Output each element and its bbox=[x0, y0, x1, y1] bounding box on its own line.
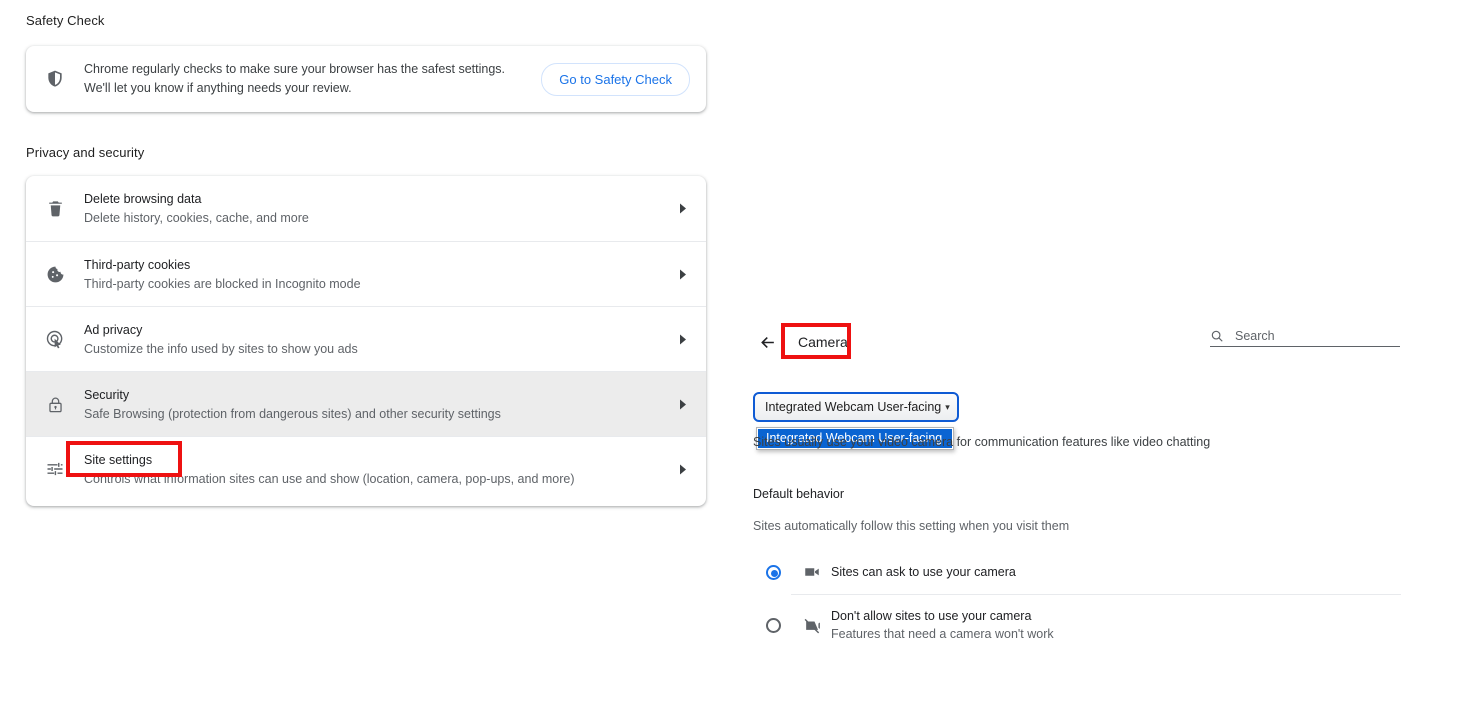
camera-icon bbox=[793, 563, 831, 581]
chevron-right-icon bbox=[660, 268, 706, 281]
privacy-and-security-section-title: Privacy and security bbox=[26, 145, 145, 160]
chevron-right-icon bbox=[660, 333, 706, 346]
row-title: Security bbox=[84, 387, 130, 402]
safety-check-description: Chrome regularly checks to make sure you… bbox=[84, 60, 541, 98]
sidebar-item-delete-browsing-data[interactable]: Delete browsing data Delete history, coo… bbox=[26, 176, 706, 241]
row-subtitle: Customize the info used by sites to show… bbox=[84, 341, 358, 356]
sidebar-item-ad-privacy[interactable]: Ad privacy Customize the info used by si… bbox=[26, 306, 706, 371]
trash-icon bbox=[26, 199, 84, 218]
row-title: Ad privacy bbox=[84, 322, 143, 337]
ad-privacy-icon bbox=[26, 329, 84, 349]
radio-label: Sites can ask to use your camera bbox=[831, 565, 1016, 579]
default-behavior-subtitle: Sites automatically follow this setting … bbox=[753, 519, 1070, 533]
safety-check-description-line2: We'll let you know if anything needs you… bbox=[84, 81, 352, 95]
chevron-down-icon: ▾ bbox=[945, 401, 950, 412]
chevron-right-icon bbox=[660, 463, 706, 476]
privacy-and-security-card: Delete browsing data Delete history, coo… bbox=[26, 176, 706, 506]
radio-sublabel: Features that need a camera won't work bbox=[831, 627, 1054, 641]
search-input[interactable] bbox=[1233, 328, 1400, 344]
sidebar-item-site-settings[interactable]: Site settings Controls what information … bbox=[26, 436, 706, 501]
divider bbox=[791, 594, 1401, 595]
default-behavior-title: Default behavior bbox=[753, 487, 845, 501]
camera-device-select[interactable]: Integrated Webcam User-facing ▾ Integrat… bbox=[753, 392, 959, 450]
sidebar-item-security[interactable]: Security Safe Browsing (protection from … bbox=[26, 371, 706, 436]
row-subtitle: Delete history, cookies, cache, and more bbox=[84, 211, 309, 225]
radio-label: Don't allow sites to use your camera bbox=[831, 609, 1032, 623]
lock-icon bbox=[26, 395, 84, 414]
sidebar-item-third-party-cookies[interactable]: Third-party cookies Third-party cookies … bbox=[26, 241, 706, 306]
page-title: Camera bbox=[798, 334, 848, 350]
camera-off-icon bbox=[793, 616, 831, 635]
row-subtitle: Safe Browsing (protection from dangerous… bbox=[84, 406, 501, 421]
back-arrow-icon[interactable] bbox=[750, 325, 784, 359]
cookie-icon bbox=[26, 265, 84, 284]
row-subtitle: Third-party cookies are blocked in Incog… bbox=[84, 276, 361, 291]
camera-description: Sites usually use your video camera for … bbox=[753, 435, 1211, 449]
camera-device-select-value: Integrated Webcam User-facing bbox=[765, 400, 942, 414]
radio-button-block-camera[interactable] bbox=[753, 617, 793, 633]
privacy-settings-panel: Safety Check Chrome regularly checks to … bbox=[0, 0, 730, 704]
search-icon bbox=[1210, 329, 1224, 343]
radio-button-allow-camera[interactable] bbox=[753, 564, 793, 580]
row-title: Delete browsing data bbox=[84, 192, 202, 206]
safety-check-section-title: Safety Check bbox=[26, 13, 105, 28]
row-title: Third-party cookies bbox=[84, 257, 191, 272]
radio-option-allow-camera[interactable]: Sites can ask to use your camera bbox=[753, 552, 1413, 592]
chevron-right-icon bbox=[660, 202, 706, 215]
safety-check-card: Chrome regularly checks to make sure you… bbox=[26, 46, 706, 112]
shield-icon bbox=[26, 69, 84, 89]
radio-option-block-camera[interactable]: Don't allow sites to use your camera Fea… bbox=[753, 600, 1413, 650]
camera-device-select-button[interactable]: Integrated Webcam User-facing ▾ bbox=[753, 392, 959, 422]
search-box[interactable] bbox=[1210, 328, 1400, 347]
row-subtitle: Controls what information sites can use … bbox=[84, 471, 575, 486]
go-to-safety-check-button[interactable]: Go to Safety Check bbox=[541, 62, 690, 96]
settings-page: Safety Check Chrome regularly checks to … bbox=[0, 0, 1470, 704]
safety-check-description-line1: Chrome regularly checks to make sure you… bbox=[84, 62, 506, 76]
chevron-right-icon bbox=[660, 398, 706, 411]
camera-settings-panel: Camera Integrated Webcam User-facing ▾ I… bbox=[740, 0, 1470, 704]
sliders-icon bbox=[26, 459, 84, 479]
row-title: Site settings bbox=[84, 452, 153, 467]
